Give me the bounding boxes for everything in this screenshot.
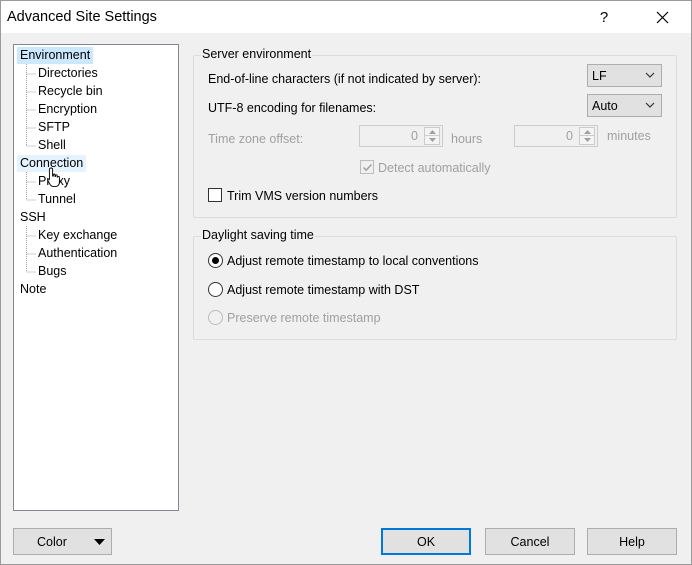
tree-item-authentication[interactable]: Authentication (35, 245, 120, 262)
dst-adjust-local-label: Adjust remote timestamp to local convent… (227, 254, 479, 268)
timezone-hours-spinner[interactable]: 0 (359, 125, 443, 147)
color-button-label: Color (37, 534, 67, 549)
cancel-button[interactable]: Cancel (485, 528, 575, 555)
close-button[interactable] (639, 1, 685, 33)
dst-adjust-with-dst-radio[interactable] (208, 282, 223, 297)
spin-down-icon[interactable] (580, 136, 594, 144)
cancel-button-label: Cancel (510, 534, 550, 549)
minutes-spin-buttons[interactable] (579, 127, 595, 145)
spin-up-icon[interactable] (580, 128, 594, 136)
hours-unit-label: hours (451, 132, 483, 146)
question-mark-icon: ? (599, 8, 609, 26)
trim-vms-checkbox[interactable] (208, 188, 222, 202)
dst-preserve-radio[interactable] (208, 310, 223, 325)
daylight-saving-title: Daylight saving time (201, 228, 315, 242)
detect-automatically-label: Detect automatically (378, 161, 491, 175)
trim-vms-label: Trim VMS version numbers (227, 189, 378, 203)
tree-item-key-exchange[interactable]: Key exchange (35, 227, 120, 244)
tree-item-tunnel[interactable]: Tunnel (35, 191, 79, 208)
server-environment-title: Server environment (201, 47, 313, 61)
title-bar: Advanced Site Settings ? (1, 1, 691, 33)
ok-button-label: OK (416, 534, 436, 549)
timezone-hours-value: 0 (411, 129, 418, 143)
minutes-unit-label: minutes (607, 129, 651, 143)
eol-combobox[interactable]: LF (587, 64, 662, 87)
settings-tree[interactable]: Environment Directories Recycle bin Encr… (13, 44, 179, 511)
timezone-minutes-value: 0 (566, 129, 573, 143)
dst-preserve-label: Preserve remote timestamp (227, 311, 381, 325)
hours-spin-buttons[interactable] (424, 127, 440, 145)
tree-item-note[interactable]: Note (17, 281, 49, 298)
tree-item-recycle-bin[interactable]: Recycle bin (35, 83, 106, 100)
tree-item-directories[interactable]: Directories (35, 65, 101, 82)
dst-adjust-local-radio[interactable] (208, 253, 223, 268)
dst-adjust-with-dst-label: Adjust remote timestamp with DST (227, 283, 420, 297)
timezone-offset-label: Time zone offset: (208, 132, 304, 146)
eol-label: End-of-line characters (if not indicated… (208, 72, 482, 86)
help-button[interactable]: Help (587, 528, 677, 555)
help-title-button[interactable]: ? (581, 1, 627, 33)
spin-down-icon[interactable] (425, 136, 439, 144)
advanced-site-settings-dialog: Advanced Site Settings ? Environment Dir… (0, 0, 692, 565)
window-title: Advanced Site Settings (7, 9, 157, 25)
ok-button[interactable]: OK (381, 528, 471, 555)
help-button-label: Help (619, 534, 645, 549)
tree-item-shell[interactable]: Shell (35, 137, 69, 154)
detect-automatically-checkbox[interactable] (360, 160, 374, 174)
tree-item-encryption[interactable]: Encryption (35, 101, 100, 118)
timezone-minutes-spinner[interactable]: 0 (514, 125, 598, 147)
utf8-combobox[interactable]: Auto (587, 94, 662, 117)
tree-item-sftp[interactable]: SFTP (35, 119, 73, 136)
tree-item-ssh[interactable]: SSH (17, 209, 49, 226)
tree-item-environment[interactable]: Environment (17, 47, 94, 64)
checkmark-icon (362, 163, 373, 172)
chevron-down-icon (645, 102, 655, 108)
dropdown-arrow-icon[interactable] (94, 539, 105, 545)
eol-value: LF (592, 68, 607, 83)
chevron-down-icon (645, 72, 655, 78)
spin-up-icon[interactable] (425, 128, 439, 136)
hand-pointer-cursor-icon (47, 167, 60, 187)
close-icon (656, 11, 668, 23)
color-split-button[interactable]: Color (13, 528, 112, 555)
utf8-label: UTF-8 encoding for filenames: (208, 101, 377, 115)
tree-item-bugs[interactable]: Bugs (35, 263, 70, 280)
utf8-value: Auto (592, 98, 618, 113)
